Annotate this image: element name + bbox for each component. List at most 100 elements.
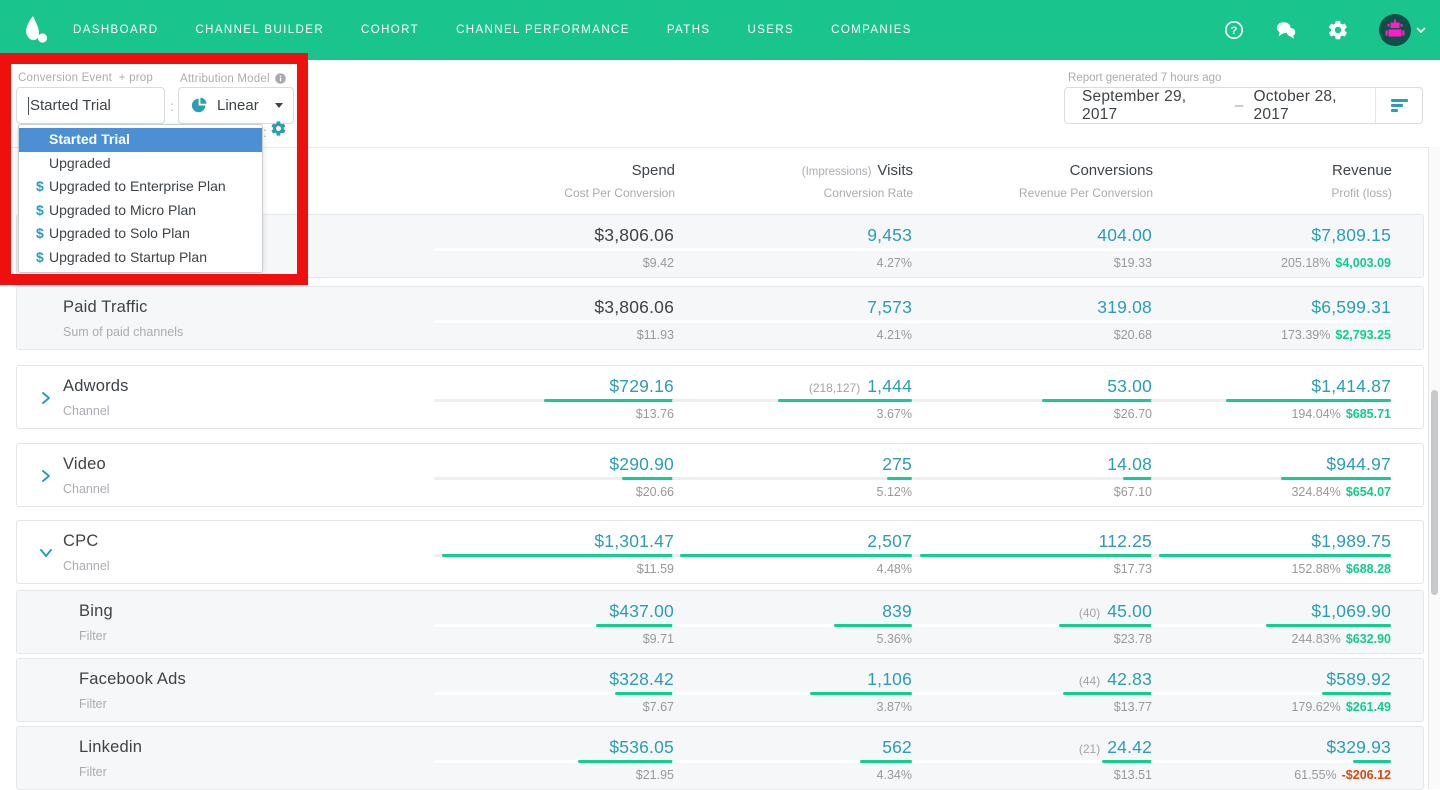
metric-secondary: 3.87% — [876, 700, 912, 714]
add-prop-link[interactable]: + prop — [119, 72, 153, 84]
scrollbar-track[interactable] — [1428, 147, 1440, 789]
value-bar — [1281, 477, 1391, 480]
metric-cell-visits: 275 5.12% — [672, 454, 912, 500]
settings-icon[interactable] — [1327, 19, 1349, 41]
value-bar-track — [1151, 554, 1391, 557]
top-nav: DASHBOARD CHANNEL BUILDER COHORT CHANNEL PE… — [0, 0, 1440, 60]
app-logo[interactable] — [18, 12, 54, 48]
value-bar-track — [434, 477, 674, 480]
value-bar — [1159, 554, 1391, 557]
metric-secondary: $13.51 — [1113, 768, 1152, 782]
value-bar — [622, 477, 674, 480]
nav-items: DASHBOARD CHANNEL BUILDER COHORT CHANNEL PE… — [73, 24, 912, 36]
user-menu[interactable] — [1379, 14, 1426, 46]
value-bar-track — [912, 624, 1152, 627]
row-subtitle: Filter — [79, 629, 107, 643]
value-bar — [1322, 692, 1391, 695]
dropdown-item-started-trial[interactable]: Started Trial — [19, 128, 262, 152]
metric-secondary: $13.77 — [1113, 700, 1152, 714]
value-bar-track — [672, 477, 912, 480]
expand-chevron-icon[interactable] — [40, 469, 52, 483]
metric-cell-visits: 839 5.36% — [672, 601, 912, 647]
nav-item-dashboard[interactable]: DASHBOARD — [73, 24, 158, 36]
attribution-model-select[interactable]: Linear — [178, 87, 294, 124]
column-header-visits: (Impressions) Visits Conversion Rate — [801, 162, 913, 200]
metric-value: $329.93 — [1326, 737, 1391, 757]
money-event-icon: $ — [36, 201, 44, 218]
metric-cell-revenue: $329.93 61.55% -$206.12 — [1151, 737, 1391, 783]
metric-cell-revenue: $1,069.90 244.83% $632.90 — [1151, 601, 1391, 647]
metric-value: 53.00 — [1107, 376, 1152, 396]
info-icon[interactable] — [274, 72, 287, 85]
metric-cell-revenue: $6,599.31 173.39% $2,793.25 — [1151, 297, 1391, 343]
metric-cell-visits: 9,453 4.27% — [672, 225, 912, 271]
pie-chart-icon — [191, 97, 207, 113]
value-bar-track — [912, 760, 1152, 763]
metric-value: 14.08 — [1107, 454, 1152, 474]
nav-item-users[interactable]: USERS — [747, 24, 794, 36]
metric-cell-spend: $3,806.06 $9.42 — [434, 225, 674, 271]
metric-value: 404.00 — [1097, 225, 1152, 245]
metric-value: $6,599.31 — [1311, 297, 1391, 317]
text-caret — [28, 96, 29, 115]
metric-value: 1,106 — [867, 669, 912, 689]
report-generated-label: Report generated 7 hours ago — [1068, 72, 1222, 84]
metric-value: 275 — [882, 454, 912, 474]
nav-right: ? — [1223, 14, 1426, 46]
table-row-video[interactable]: Video Channel $290.90 $20.66 275 5.12% 14.08 $6… — [16, 443, 1424, 507]
table-row-facebook-ads[interactable]: Facebook Ads Filter $328.42 $7.67 1,106 3.87%… — [16, 658, 1424, 722]
dropdown-item-upgraded[interactable]: Upgraded — [19, 152, 262, 176]
metric-cell-visits: (218,127) 1,444 3.67% — [672, 376, 912, 422]
value-bar — [1042, 399, 1152, 402]
metric-cell-conversions: (44) 42.83 $13.77 — [912, 669, 1152, 715]
scrollbar-thumb[interactable] — [1431, 390, 1438, 595]
settings-gear-icon[interactable] — [270, 120, 287, 137]
metric-cell-conversions: 112.25 $17.73 — [912, 531, 1152, 577]
row-name: Paid Traffic — [63, 298, 148, 316]
metric-value: $1,414.87 — [1311, 376, 1391, 396]
table-row-adwords[interactable]: Adwords Channel $729.16 $13.76 (218,127) 1,44… — [16, 365, 1424, 429]
value-bar — [834, 624, 912, 627]
dropdown-item-upgraded-to-micro-plan[interactable]: $ Upgraded to Micro Plan — [19, 199, 262, 223]
expand-chevron-icon[interactable] — [40, 391, 52, 405]
metric-cell-visits: 562 4.34% — [672, 737, 912, 783]
report-filter-button[interactable] — [1376, 99, 1422, 112]
metric-secondary: $20.66 — [635, 485, 674, 499]
metric-cell-conversions: 319.08 $20.68 — [912, 297, 1152, 343]
value-bar — [680, 554, 912, 557]
money-event-icon: $ — [36, 248, 44, 265]
value-bar-track — [672, 320, 912, 323]
dropdown-item-upgraded-to-solo-plan[interactable]: $ Upgraded to Solo Plan — [19, 222, 262, 246]
svg-text:?: ? — [1231, 25, 1238, 37]
metric-secondary: 205.18% $4,003.09 — [1281, 256, 1391, 270]
nav-item-channel-builder[interactable]: CHANNEL BUILDER — [195, 24, 324, 36]
conversion-event-input[interactable]: Started Trial — [16, 87, 165, 124]
metric-cell-visits: 7,573 4.21% — [672, 297, 912, 343]
value-bar-track — [434, 554, 674, 557]
metric-secondary: $11.59 — [636, 562, 674, 576]
table-row-cpc[interactable]: CPC Channel $1,301.47 $11.59 2,507 4.48% 112.2… — [16, 520, 1424, 584]
table-row-bing[interactable]: Bing Filter $437.00 $9.71 839 5.36% (40) 45.00 $… — [16, 590, 1424, 654]
metric-cell-visits: 1,106 3.87% — [672, 669, 912, 715]
metric-cell-spend: $3,806.06 $11.93 — [434, 297, 674, 343]
table-row-paid-traffic[interactable]: Paid Traffic Sum of paid channels $3,806.0… — [16, 286, 1424, 350]
help-icon[interactable]: ? — [1223, 19, 1245, 41]
row-name: Linkedin — [79, 738, 143, 756]
date-range-picker[interactable]: September 29, 2017 – October 28, 2017 — [1064, 87, 1423, 124]
dropdown-item-upgraded-to-startup-plan[interactable]: $ Upgraded to Startup Plan — [19, 246, 262, 270]
table-row-linkedin[interactable]: Linkedin Filter $536.05 $21.95 562 4.34% (21) 2… — [16, 726, 1424, 790]
expand-chevron-icon[interactable] — [39, 547, 53, 559]
metric-cell-spend: $729.16 $13.76 — [434, 376, 674, 422]
value-bar — [1123, 477, 1152, 480]
metric-value: 112.25 — [1098, 531, 1152, 551]
nav-item-companies[interactable]: COMPANIES — [831, 24, 912, 36]
row-subtitle: Channel — [63, 559, 110, 573]
nav-item-cohort[interactable]: COHORT — [361, 24, 419, 36]
messages-icon[interactable] — [1275, 19, 1297, 41]
nav-item-paths[interactable]: PATHS — [667, 24, 711, 36]
dropdown-item-upgraded-to-enterprise-plan[interactable]: $ Upgraded to Enterprise Plan — [19, 175, 262, 199]
filter-icon — [1390, 99, 1408, 112]
value-bar — [887, 477, 912, 480]
value-bar — [442, 554, 674, 557]
nav-item-channel-performance[interactable]: CHANNEL PERFORMANCE — [456, 24, 630, 36]
